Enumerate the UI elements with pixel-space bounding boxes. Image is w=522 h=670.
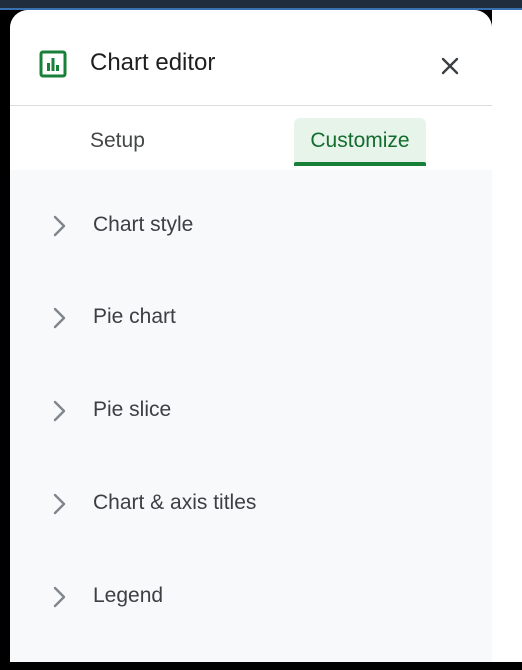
chart-editor-panel: Chart editor Setup Customize Chart style: [10, 10, 492, 662]
section-label: Chart style: [93, 213, 194, 236]
section-legend[interactable]: Legend: [10, 567, 492, 627]
section-label: Pie chart: [93, 305, 176, 328]
chart-editor-header: Chart editor: [10, 10, 492, 106]
section-chart-style[interactable]: Chart style: [10, 196, 492, 256]
screenshot-frame: Chart editor Setup Customize Chart style: [0, 0, 522, 670]
tab-bar: Setup Customize: [10, 106, 492, 170]
tab-setup[interactable]: Setup: [90, 118, 145, 164]
section-label: Legend: [93, 584, 164, 607]
window-top-strip: [0, 0, 522, 10]
panel-title: Chart editor: [90, 49, 216, 76]
bar-chart-icon: [39, 50, 67, 78]
section-chart-axis-titles[interactable]: Chart & axis titles: [10, 474, 492, 534]
active-tab-indicator: [294, 162, 426, 166]
close-icon[interactable]: [436, 52, 464, 80]
customize-sections: Chart style Pie chart Pie slice Chart & …: [10, 170, 492, 662]
section-label: Pie slice: [93, 398, 172, 421]
chevron-right-icon: [53, 307, 66, 329]
chevron-right-icon: [53, 586, 66, 608]
section-pie-slice[interactable]: Pie slice: [10, 381, 492, 441]
chevron-right-icon: [53, 400, 66, 422]
chevron-right-icon: [53, 215, 66, 237]
panel-right-edge: [492, 10, 522, 662]
section-pie-chart[interactable]: Pie chart: [10, 288, 492, 348]
tab-customize[interactable]: Customize: [294, 118, 426, 164]
section-label: Chart & axis titles: [93, 491, 257, 514]
chevron-right-icon: [53, 493, 66, 515]
